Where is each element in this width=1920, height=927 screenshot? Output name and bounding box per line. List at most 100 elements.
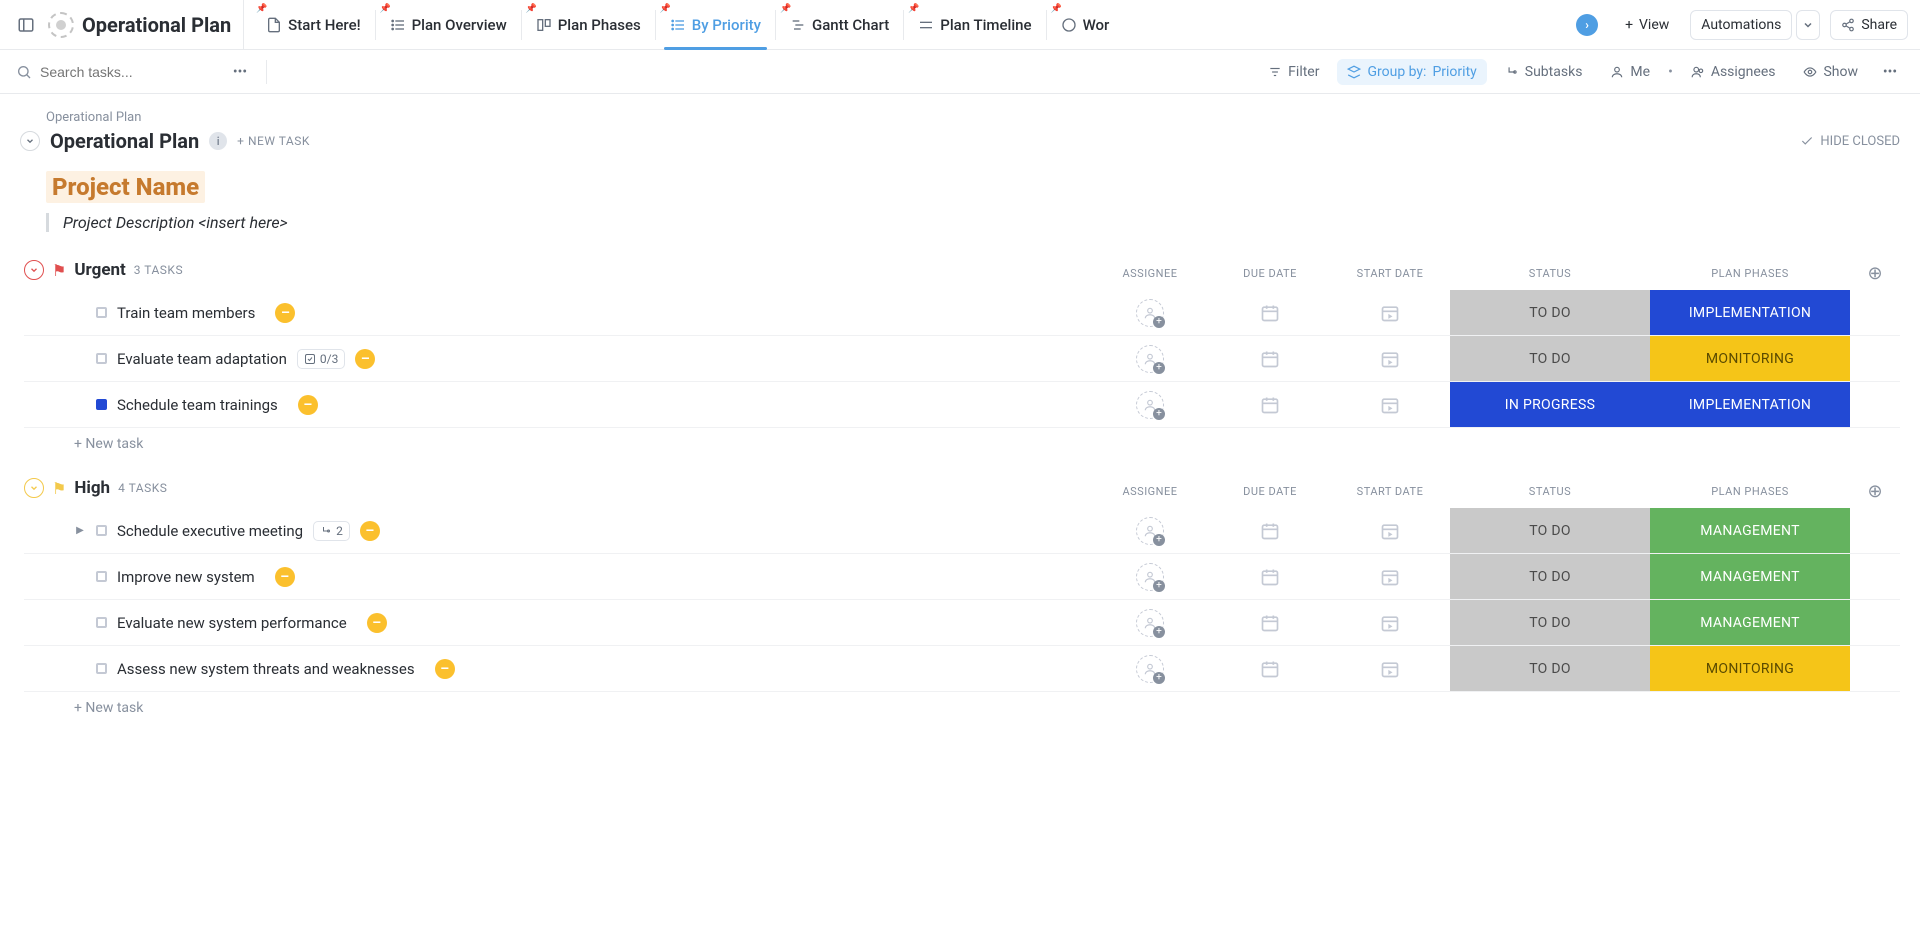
start-date-cell[interactable]	[1330, 600, 1450, 645]
phase-cell[interactable]: MANAGEMENT	[1650, 600, 1850, 645]
assignee-cell[interactable]	[1090, 382, 1210, 427]
tab-workload[interactable]: 📌 Wor	[1047, 0, 1124, 50]
hide-closed-button[interactable]: HIDE CLOSED	[1800, 134, 1900, 149]
assignees-button[interactable]: Assignees	[1681, 59, 1786, 85]
new-task-row[interactable]: + New task	[24, 428, 1900, 452]
add-view-button[interactable]: + View	[1614, 10, 1680, 40]
start-date-cell[interactable]	[1330, 336, 1450, 381]
calendar-icon	[1260, 349, 1280, 369]
phase-cell[interactable]: MANAGEMENT	[1650, 508, 1850, 553]
collapse-group-button[interactable]	[24, 260, 44, 280]
tab-label: Plan Timeline	[940, 16, 1031, 34]
add-column-button[interactable]: ⊕	[1864, 262, 1886, 284]
phase-cell[interactable]: IMPLEMENTATION	[1650, 290, 1850, 335]
status-indicator[interactable]	[96, 571, 107, 582]
assignee-cell[interactable]	[1090, 508, 1210, 553]
chevron-down-icon	[29, 483, 39, 493]
due-date-cell[interactable]	[1210, 336, 1330, 381]
priority-badge[interactable]: –	[275, 303, 295, 323]
filter-label: Filter	[1288, 64, 1319, 80]
add-column-button[interactable]: ⊕	[1864, 480, 1886, 502]
project-name[interactable]: Project Name	[46, 171, 205, 203]
task-row[interactable]: Evaluate team adaptation 0/3 – TO DO MON…	[24, 336, 1900, 382]
automations-caret-button[interactable]	[1796, 10, 1820, 40]
phase-cell[interactable]: MANAGEMENT	[1650, 554, 1850, 599]
priority-badge[interactable]: –	[275, 567, 295, 587]
new-task-button[interactable]: + NEW TASK	[237, 134, 310, 148]
tab-plan-overview[interactable]: 📌 Plan Overview	[376, 0, 521, 50]
tab-gantt-chart[interactable]: 📌 Gantt Chart	[776, 0, 903, 50]
due-date-cell[interactable]	[1210, 382, 1330, 427]
start-date-cell[interactable]	[1330, 508, 1450, 553]
task-row[interactable]: Improve new system – TO DO MANAGEMENT	[24, 554, 1900, 600]
status-indicator[interactable]	[96, 617, 107, 628]
status-indicator[interactable]	[96, 307, 107, 318]
info-icon[interactable]: i	[209, 132, 227, 150]
breadcrumb[interactable]: Operational Plan	[20, 110, 1900, 125]
status-indicator[interactable]	[96, 525, 107, 536]
priority-badge[interactable]: –	[298, 395, 318, 415]
status-cell[interactable]: TO DO	[1450, 646, 1650, 691]
automations-button[interactable]: Automations	[1690, 10, 1792, 40]
filter-button[interactable]: Filter	[1258, 59, 1329, 85]
phase-cell[interactable]: MONITORING	[1650, 336, 1850, 381]
assignee-cell[interactable]	[1090, 290, 1210, 335]
search-input[interactable]	[40, 64, 226, 80]
assignee-cell[interactable]	[1090, 554, 1210, 599]
show-button[interactable]: Show	[1793, 59, 1868, 85]
due-date-cell[interactable]	[1210, 554, 1330, 599]
tab-plan-timeline[interactable]: 📌 Plan Timeline	[904, 0, 1045, 50]
new-task-row[interactable]: + New task	[24, 692, 1900, 716]
tab-plan-phases[interactable]: 📌 Plan Phases	[522, 0, 655, 50]
due-date-cell[interactable]	[1210, 508, 1330, 553]
task-row[interactable]: Schedule team trainings – IN PROGRESS IM…	[24, 382, 1900, 428]
tab-by-priority[interactable]: 📌 By Priority	[656, 0, 775, 50]
subtasks-button[interactable]: Subtasks	[1495, 59, 1593, 85]
subtask-pill[interactable]: 2	[313, 521, 350, 541]
share-button[interactable]: Share	[1830, 10, 1908, 40]
status-indicator[interactable]	[96, 353, 107, 364]
task-row[interactable]: Evaluate new system performance – TO DO …	[24, 600, 1900, 646]
tab-start-here[interactable]: 📌 Start Here!	[252, 0, 374, 50]
collapse-group-button[interactable]	[24, 478, 44, 498]
project-description[interactable]: Project Description <insert here>	[63, 213, 288, 232]
me-button[interactable]: Me	[1600, 59, 1660, 85]
task-row[interactable]: Assess new system threats and weaknesses…	[24, 646, 1900, 692]
phase-cell[interactable]: MONITORING	[1650, 646, 1850, 691]
start-date-cell[interactable]	[1330, 382, 1450, 427]
priority-badge[interactable]: –	[355, 349, 375, 369]
due-date-cell[interactable]	[1210, 600, 1330, 645]
start-date-cell[interactable]	[1330, 646, 1450, 691]
checklist-pill[interactable]: 0/3	[297, 349, 345, 369]
start-date-cell[interactable]	[1330, 290, 1450, 335]
status-cell[interactable]: TO DO	[1450, 554, 1650, 599]
assignee-cell[interactable]	[1090, 336, 1210, 381]
priority-badge[interactable]: –	[367, 613, 387, 633]
status-indicator[interactable]	[96, 399, 107, 410]
task-row[interactable]: Train team members – TO DO IMPLEMENTATIO…	[24, 290, 1900, 336]
task-name: Evaluate new system performance	[117, 614, 347, 632]
search-more-button[interactable]: •••	[226, 58, 254, 86]
assignee-cell[interactable]	[1090, 646, 1210, 691]
expand-caret[interactable]: ▶	[74, 525, 86, 536]
start-date-cell[interactable]	[1330, 554, 1450, 599]
priority-badge[interactable]: –	[435, 659, 455, 679]
calendar-play-icon	[1380, 659, 1400, 679]
assignee-cell[interactable]	[1090, 600, 1210, 645]
group-by-button[interactable]: Group by: Priority	[1337, 59, 1486, 85]
due-date-cell[interactable]	[1210, 290, 1330, 335]
scroll-tabs-button[interactable]: ›	[1576, 14, 1598, 36]
status-cell[interactable]: TO DO	[1450, 290, 1650, 335]
status-cell[interactable]: TO DO	[1450, 336, 1650, 381]
toolbar-more-button[interactable]: •••	[1876, 58, 1904, 86]
status-indicator[interactable]	[96, 663, 107, 674]
status-cell[interactable]: IN PROGRESS	[1450, 382, 1650, 427]
phase-cell[interactable]: IMPLEMENTATION	[1650, 382, 1850, 427]
status-cell[interactable]: TO DO	[1450, 600, 1650, 645]
sidebar-toggle-button[interactable]	[12, 11, 40, 39]
collapse-list-button[interactable]	[20, 131, 40, 151]
status-cell[interactable]: TO DO	[1450, 508, 1650, 553]
task-row[interactable]: ▶ Schedule executive meeting 2 – TO DO M…	[24, 508, 1900, 554]
priority-badge[interactable]: –	[360, 521, 380, 541]
due-date-cell[interactable]	[1210, 646, 1330, 691]
